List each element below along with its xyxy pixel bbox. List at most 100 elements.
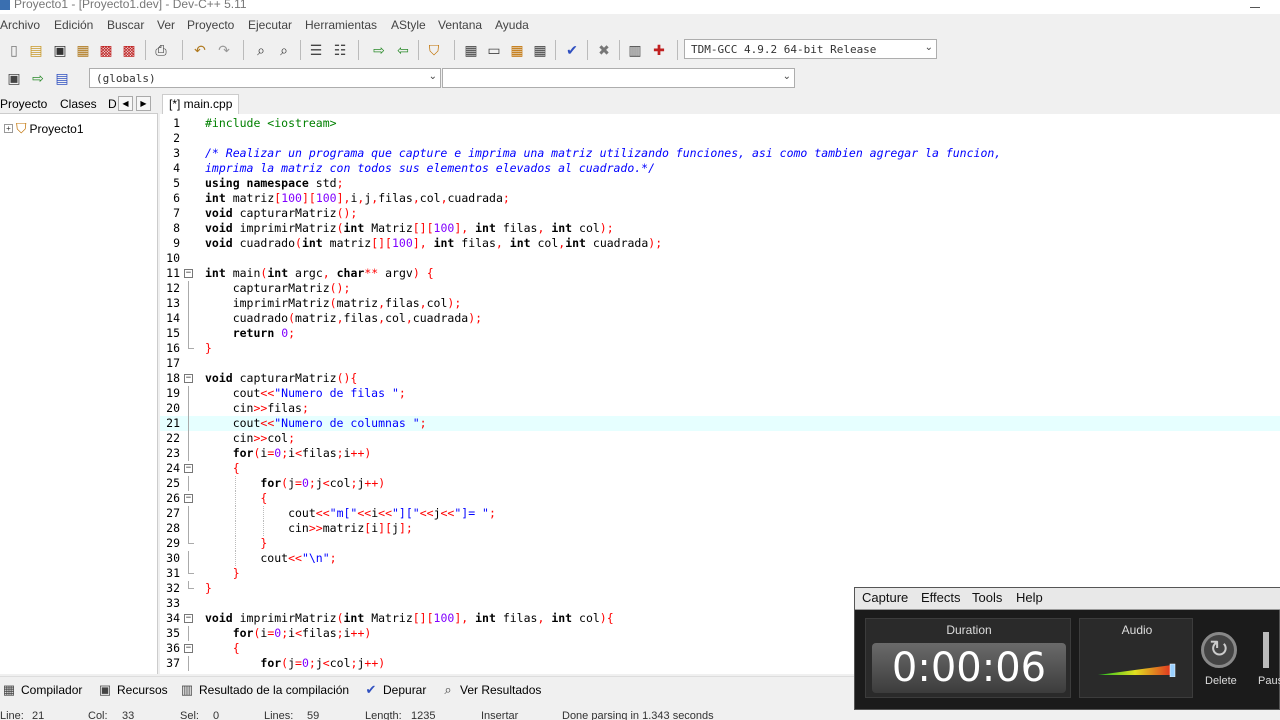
check-icon: ✔: [365, 682, 377, 697]
code-line: 3/* Realizar un programa que capture e i…: [173, 146, 1002, 160]
status-line-label: Line:: [0, 710, 24, 720]
tab-resultado-compilacion[interactable]: ▥ Resultado de la compilación: [180, 682, 350, 698]
recorder-menu-tools[interactable]: Tools: [972, 590, 1002, 605]
menu-proyecto[interactable]: Proyecto: [187, 18, 234, 32]
syntax-check-icon[interactable]: ✔: [563, 41, 581, 59]
find-icon: ⌕: [444, 682, 452, 697]
replace-icon[interactable]: ⌕: [275, 41, 293, 59]
tab-main-cpp[interactable]: [*] main.cpp: [162, 94, 240, 114]
secondary-toolbar: ▣ ⇨ ▤ (globals) ⌄ ⌄: [0, 64, 1280, 92]
chevron-down-icon: ⌄: [428, 71, 437, 82]
menu-bar: Archivo Edición Buscar Ver Proyecto Ejec…: [0, 15, 1280, 36]
save-icon[interactable]: ▣: [51, 41, 69, 59]
audio-label: Audio: [1121, 623, 1153, 637]
chevron-down-icon: ⌄: [924, 42, 933, 53]
undo-icon[interactable]: ↶: [191, 41, 209, 59]
run-icon[interactable]: ▭: [485, 41, 503, 59]
expand-icon[interactable]: +: [4, 124, 13, 133]
delete-icon[interactable]: ✖: [595, 41, 613, 59]
tab-scroll-right-icon[interactable]: ▶: [136, 96, 151, 111]
fold-toggle-icon[interactable]: −: [184, 269, 193, 278]
code-line: 22 cin>>col;: [166, 431, 296, 446]
scope-select-value: (globals): [96, 72, 156, 85]
code-line: 20 cin>>filas;: [166, 401, 309, 416]
minimize-button[interactable]: [1250, 0, 1260, 8]
menu-ayuda[interactable]: Ayuda: [495, 18, 529, 32]
menu-archivo[interactable]: Archivo: [0, 18, 40, 32]
status-length-label: Length:: [365, 710, 402, 720]
delete-button[interactable]: ↻: [1201, 632, 1237, 668]
tab-resultado-label: Resultado de la compilación: [199, 683, 350, 697]
compiler-select[interactable]: TDM-GCC 4.9.2 64-bit Release ⌄: [684, 39, 937, 59]
bookmark-icon[interactable]: ⇦: [394, 41, 412, 59]
code-line: 25 for(j=0;j<col;j++): [166, 476, 386, 491]
goto-declaration-icon[interactable]: ⇨: [29, 69, 47, 87]
fold-toggle-icon[interactable]: −: [184, 374, 193, 383]
code-line: 28 cin>>matriz[i][j];: [166, 521, 413, 536]
compile-run-icon[interactable]: ▦: [508, 41, 526, 59]
menu-ver[interactable]: Ver: [157, 18, 175, 32]
badge-icon[interactable]: ⛉: [425, 41, 443, 59]
chart-icon[interactable]: ▥: [626, 41, 644, 59]
code-line: 19 cout<<"Numero de filas ";: [166, 386, 406, 401]
code-line: 11− int main(int argc, char** argv) {: [166, 266, 434, 280]
recorder-menu-effects[interactable]: Effects: [921, 590, 961, 605]
toolbar-separator: [358, 40, 359, 60]
chart-icon: ▥: [180, 682, 194, 697]
print-icon[interactable]: ⎙: [152, 41, 170, 59]
menu-astyle[interactable]: AStyle: [391, 18, 426, 32]
tab-depurar-label: Depurar: [383, 683, 427, 697]
close-icon[interactable]: ▩: [97, 41, 115, 59]
tab-scroll-left-icon[interactable]: ◀: [118, 96, 133, 111]
recorder-menu-capture[interactable]: Capture: [862, 590, 908, 605]
fold-toggle-icon[interactable]: −: [184, 464, 193, 473]
toolbar-separator: [454, 40, 455, 60]
tab-compilador[interactable]: ▦ Compilador: [2, 683, 83, 698]
debug-icon[interactable]: ✚: [650, 41, 668, 59]
goto-definition-icon[interactable]: ▤: [53, 69, 71, 87]
member-select[interactable]: ⌄: [442, 68, 795, 88]
close-all-icon[interactable]: ▩: [120, 41, 138, 59]
status-lines-label: Lines:: [264, 710, 294, 720]
rebuild-icon[interactable]: ▦: [531, 41, 549, 59]
status-length-value: 1235: [411, 710, 436, 720]
goto-icon[interactable]: ⇨: [370, 41, 388, 59]
redo-icon[interactable]: ↷: [215, 41, 233, 59]
fold-toggle-icon[interactable]: −: [184, 614, 193, 623]
scope-select[interactable]: (globals) ⌄: [89, 68, 441, 88]
pause-button[interactable]: [1263, 632, 1277, 668]
menu-ejecutar[interactable]: Ejecutar: [248, 18, 292, 32]
class-browser-icon[interactable]: ▣: [5, 69, 23, 87]
tab-ver-resultados[interactable]: ⌕ Ver Resultados: [441, 682, 541, 698]
tab-recursos[interactable]: ▣ Recursos: [98, 683, 168, 698]
compile-icon[interactable]: ▦: [462, 41, 480, 59]
app-icon: [0, 0, 10, 10]
new-file-icon[interactable]: ▯: [5, 41, 23, 59]
menu-buscar[interactable]: Buscar: [107, 18, 144, 32]
menu-herramientas[interactable]: Herramientas: [305, 18, 377, 32]
menu-ventana[interactable]: Ventana: [438, 18, 482, 32]
code-line: 27 cout<<"m["<<i<<"]["<<j<<"]= ";: [166, 506, 496, 521]
menu-edicion[interactable]: Edición: [54, 18, 93, 32]
open-icon[interactable]: ▤: [27, 41, 45, 59]
unindent-icon[interactable]: ☷: [331, 41, 349, 59]
save-all-icon[interactable]: ▦: [74, 41, 92, 59]
code-line: 17: [166, 356, 180, 370]
fold-toggle-icon[interactable]: −: [184, 494, 193, 503]
status-sel-label: Sel:: [180, 710, 199, 720]
code-line: 16}: [166, 341, 212, 355]
code-line-current: 21 cout<<"Numero de columnas ";: [160, 416, 1280, 431]
tab-proyecto[interactable]: Proyecto: [0, 97, 47, 111]
code-line: 30 cout<<"\n";: [166, 551, 337, 566]
tab-clases[interactable]: Clases: [60, 97, 97, 111]
refresh-icon: ↻: [1208, 636, 1230, 663]
indent-icon[interactable]: ☰: [307, 41, 325, 59]
tab-depurar[interactable]: ✔ Depurar: [364, 682, 427, 698]
project-tree-root[interactable]: + ⛉ Proyecto1: [4, 120, 84, 137]
find-icon[interactable]: ⌕: [252, 41, 270, 59]
recorder-menu-help[interactable]: Help: [1016, 590, 1043, 605]
fold-toggle-icon[interactable]: −: [184, 644, 193, 653]
audio-level-slider[interactable]: [1098, 663, 1176, 677]
tab-depurar[interactable]: D: [108, 97, 117, 111]
code-line: 6 int matriz[100][100],i,j,filas,col,cuad…: [173, 191, 510, 205]
